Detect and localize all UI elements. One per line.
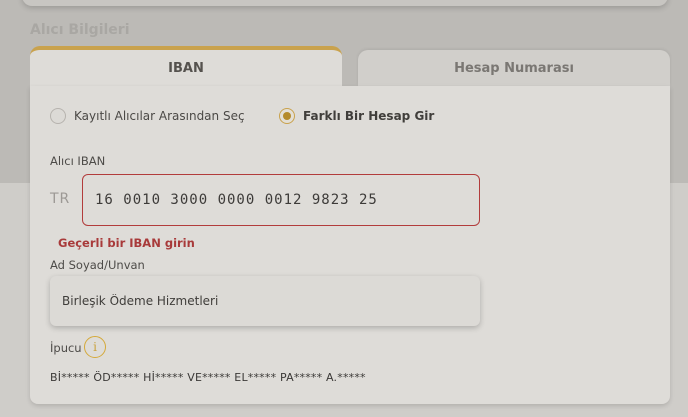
tab-hesap-numarasi[interactable]: Hesap Numarası — [358, 50, 670, 86]
section-title: Alıcı Bilgileri — [30, 22, 130, 38]
iban-error-message: Geçerli bir IBAN girin — [58, 236, 195, 250]
info-icon[interactable]: i — [84, 336, 106, 358]
iban-country-prefix: TR — [50, 191, 71, 207]
name-field-label: Ad Soyad/Unvan — [50, 258, 145, 272]
iban-field-label: Alıcı IBAN — [50, 154, 106, 168]
previous-card-edge — [22, 0, 668, 6]
radio-unchecked-icon[interactable] — [50, 108, 66, 124]
radio-saved-recipients[interactable]: Kayıtlı Alıcılar Arasından Seç — [50, 104, 245, 128]
radio-different-account[interactable]: Farklı Bir Hesap Gir — [279, 104, 434, 128]
radio-checked-icon[interactable] — [279, 108, 295, 124]
radio-different-account-label: Farklı Bir Hesap Gir — [303, 109, 435, 123]
name-input[interactable] — [50, 276, 480, 326]
tab-iban[interactable]: IBAN — [30, 46, 342, 86]
radio-saved-recipients-label: Kayıtlı Alıcılar Arasından Seç — [74, 109, 245, 123]
iban-input[interactable] — [82, 174, 480, 226]
masked-recipient-name: Bİ***** ÖD***** Hİ***** VE***** EL***** … — [50, 371, 366, 384]
hint-label: İpucu — [50, 341, 82, 355]
